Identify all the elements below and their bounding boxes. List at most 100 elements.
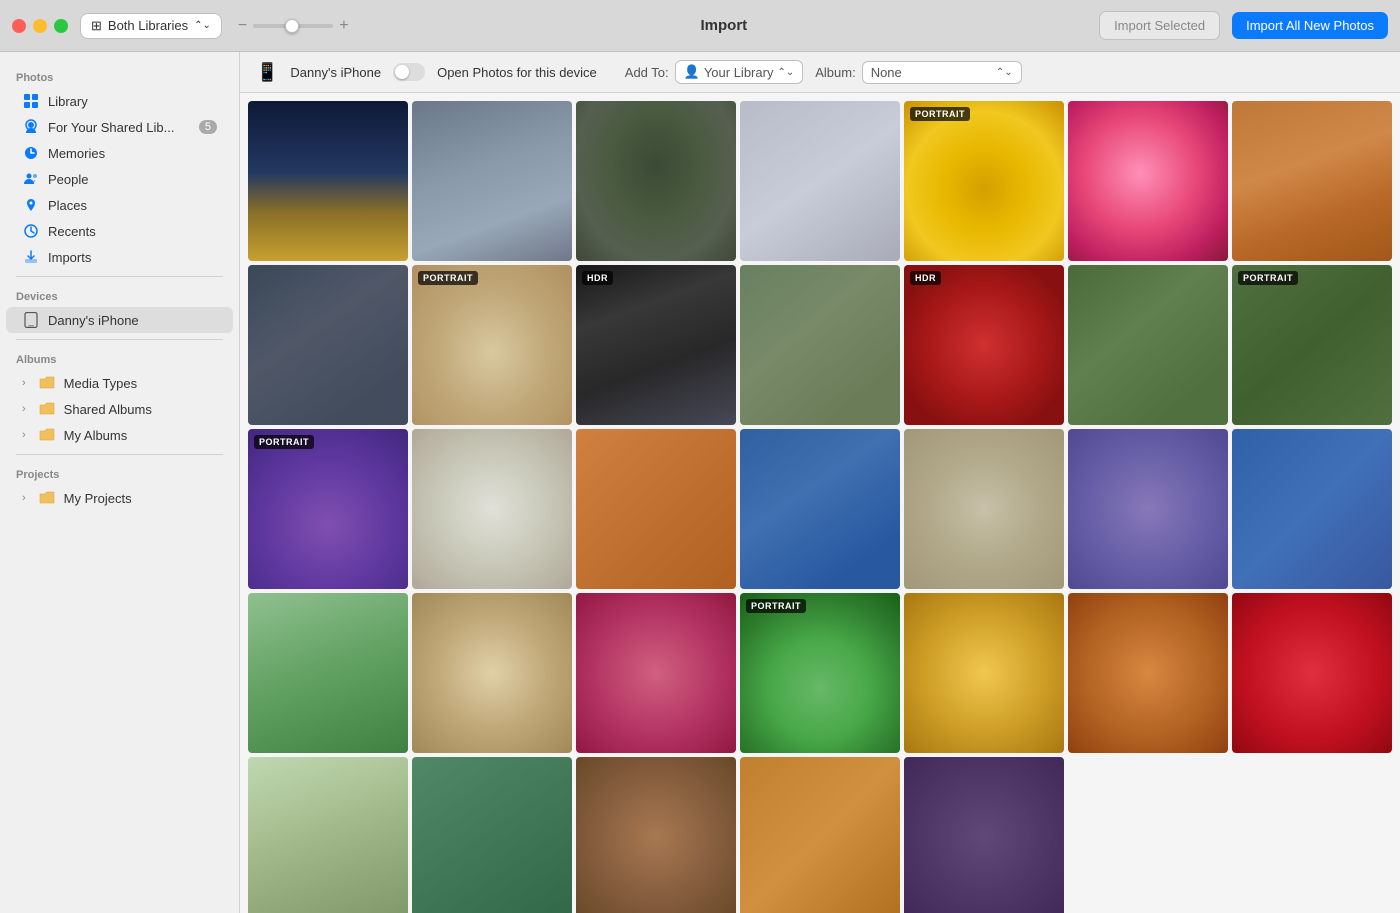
photo-cell[interactable] — [412, 757, 572, 913]
person-icon: 👤 — [684, 64, 700, 80]
zoom-out-icon[interactable]: − — [238, 18, 247, 34]
chevron-updown-icon-2: ⌃⌄ — [777, 67, 794, 78]
sidebar-item-shared-lib[interactable]: For Your Shared Lib... 5 — [6, 114, 233, 140]
zoom-in-icon[interactable]: + — [339, 18, 348, 34]
phone-icon: 📱 — [256, 62, 278, 83]
photo-cell[interactable]: PORTRAIT — [740, 593, 900, 753]
maximize-button[interactable] — [54, 19, 68, 33]
hdr-badge: HDR — [910, 271, 941, 285]
photo-cell[interactable] — [1232, 101, 1392, 261]
photo-cell[interactable] — [904, 429, 1064, 589]
photo-cell[interactable] — [1232, 593, 1392, 753]
photo-cell[interactable] — [412, 101, 572, 261]
photo-cell[interactable] — [576, 101, 736, 261]
import-all-button[interactable]: Import All New Photos — [1232, 12, 1388, 39]
library-icon: ⊞ — [91, 18, 102, 34]
my-albums-label: My Albums — [64, 428, 128, 443]
sidebar-item-memories[interactable]: Memories — [6, 140, 233, 166]
portrait-badge: PORTRAIT — [1238, 271, 1298, 285]
sidebar-item-dannys-iphone[interactable]: Danny's iPhone — [6, 307, 233, 333]
photo-cell[interactable] — [248, 265, 408, 425]
chevron-right-icon-2: › — [22, 403, 26, 415]
photo-cell[interactable] — [1068, 265, 1228, 425]
library-select[interactable]: 👤 Your Library ⌃⌄ — [675, 60, 804, 84]
photo-cell[interactable] — [248, 593, 408, 753]
album-value: None — [871, 65, 902, 80]
sidebar-item-recents[interactable]: Recents — [6, 218, 233, 244]
zoom-controls: − + — [238, 18, 349, 34]
photo-cell[interactable] — [1068, 429, 1228, 589]
iphone-label: Danny's iPhone — [48, 313, 139, 328]
library-picker[interactable]: ⊞ Both Libraries ⌃⌄ — [80, 13, 222, 39]
memories-label: Memories — [48, 146, 105, 161]
photo-cell[interactable]: HDR — [904, 265, 1064, 425]
main-layout: Photos Library For Your Shared Lib... 5 … — [0, 52, 1400, 913]
folder-icon-myalbums — [38, 426, 56, 444]
sidebar-section-photos: Photos — [0, 64, 239, 88]
sidebar-item-my-projects[interactable]: › My Projects — [6, 485, 233, 511]
add-to-label: Add To: — [625, 65, 669, 80]
photo-cell[interactable] — [576, 429, 736, 589]
folder-icon-projects — [38, 489, 56, 507]
photo-cell[interactable] — [740, 265, 900, 425]
portrait-badge: PORTRAIT — [418, 271, 478, 285]
add-to-section: Add To: 👤 Your Library ⌃⌄ — [625, 60, 803, 84]
places-label: Places — [48, 198, 87, 213]
photo-cell[interactable]: PORTRAIT — [1232, 265, 1392, 425]
photo-cell[interactable]: PORTRAIT — [248, 429, 408, 589]
sidebar-item-places[interactable]: Places — [6, 192, 233, 218]
sidebar-item-people[interactable]: People — [6, 166, 233, 192]
photo-cell[interactable]: PORTRAIT — [904, 101, 1064, 261]
photo-cell[interactable] — [248, 101, 408, 261]
chevron-updown-icon-3: ⌃⌄ — [996, 67, 1013, 78]
photo-cell[interactable] — [904, 757, 1064, 913]
shared-albums-label: Shared Albums — [64, 402, 152, 417]
photo-cell[interactable] — [576, 757, 736, 913]
sidebar-item-shared-albums[interactable]: › Shared Albums — [6, 396, 233, 422]
photo-cell[interactable] — [412, 429, 572, 589]
photo-cell[interactable] — [740, 757, 900, 913]
library-picker-label: Both Libraries — [108, 18, 188, 33]
photo-cell[interactable] — [1232, 429, 1392, 589]
chevron-right-icon-4: › — [22, 492, 26, 504]
chevron-updown-icon: ⌃⌄ — [194, 20, 211, 31]
traffic-lights — [12, 19, 68, 33]
photo-cell[interactable] — [1068, 101, 1228, 261]
photo-cell[interactable] — [248, 757, 408, 913]
portrait-badge: PORTRAIT — [910, 107, 970, 121]
photo-cell[interactable]: HDR — [576, 265, 736, 425]
folder-icon-media — [38, 374, 56, 392]
photo-grid: PORTRAIT PORTRAIT HDR HDR PORTRAIT PORT — [240, 93, 1400, 913]
photo-cell[interactable]: PORTRAIT — [412, 265, 572, 425]
close-button[interactable] — [12, 19, 26, 33]
media-types-label: Media Types — [64, 376, 137, 391]
open-photos-toggle[interactable] — [393, 63, 425, 81]
imports-icon — [22, 248, 40, 266]
sidebar-item-imports[interactable]: Imports — [6, 244, 233, 270]
window-title: Import — [361, 17, 1087, 34]
device-name-label[interactable]: Danny's iPhone — [290, 65, 381, 80]
content-area: 📱 Danny's iPhone Open Photos for this de… — [240, 52, 1400, 913]
sidebar-item-library[interactable]: Library — [6, 88, 233, 114]
sidebar-item-my-albums[interactable]: › My Albums — [6, 422, 233, 448]
album-section: Album: None ⌃⌄ — [815, 61, 1021, 84]
photo-cell[interactable] — [412, 593, 572, 753]
chevron-right-icon-3: › — [22, 429, 26, 441]
minimize-button[interactable] — [33, 19, 47, 33]
library-select-label: Your Library — [704, 65, 774, 80]
sidebar-section-projects: Projects — [0, 461, 239, 485]
photo-cell[interactable] — [740, 429, 900, 589]
zoom-slider-thumb — [285, 19, 299, 33]
photo-cell[interactable] — [904, 593, 1064, 753]
album-select[interactable]: None ⌃⌄ — [862, 61, 1022, 84]
import-selected-button[interactable]: Import Selected — [1099, 11, 1220, 40]
sidebar-section-albums: Albums — [0, 346, 239, 370]
photo-cell[interactable] — [576, 593, 736, 753]
zoom-slider[interactable] — [253, 24, 333, 28]
portrait-badge: PORTRAIT — [254, 435, 314, 449]
memories-icon — [22, 144, 40, 162]
sidebar: Photos Library For Your Shared Lib... 5 … — [0, 52, 240, 913]
photo-cell[interactable] — [740, 101, 900, 261]
sidebar-item-media-types[interactable]: › Media Types — [6, 370, 233, 396]
photo-cell[interactable] — [1068, 593, 1228, 753]
